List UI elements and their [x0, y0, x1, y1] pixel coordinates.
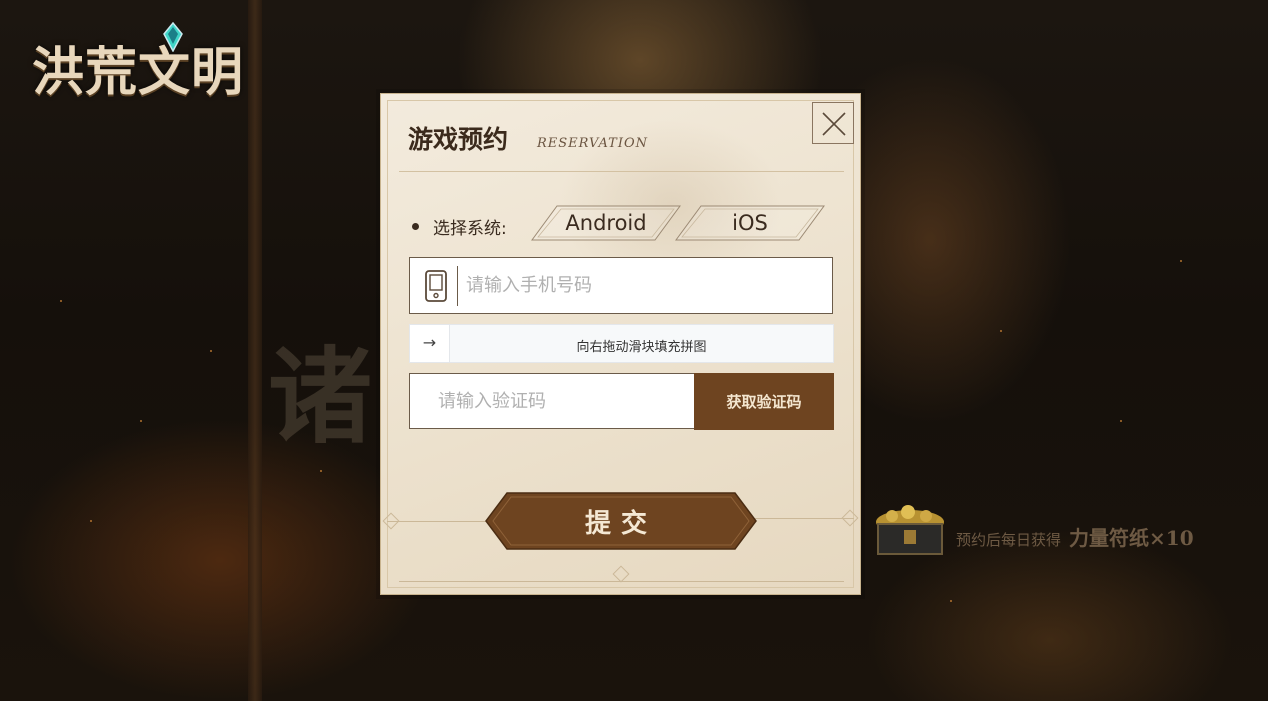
close-icon	[822, 112, 846, 136]
arrow-right-icon: →	[422, 333, 437, 352]
os-select-label: 选择系统:	[412, 214, 507, 239]
os-option-ios[interactable]: iOS	[675, 205, 825, 241]
bullet-icon	[412, 223, 419, 230]
phone-field	[409, 257, 833, 314]
game-logo: 洪荒文明	[32, 42, 245, 103]
background-spark	[1120, 420, 1122, 422]
slider-handle[interactable]: →	[410, 325, 450, 362]
decorative-diamond	[841, 509, 859, 527]
modal-subtitle: RESERVATION	[537, 136, 649, 151]
treasure-chest-icon	[876, 505, 944, 555]
background-staff	[248, 0, 262, 701]
reward-text: 预约后每日获得 力量符纸×10	[956, 522, 1194, 551]
close-button[interactable]	[812, 102, 854, 144]
background-spark	[1180, 260, 1182, 262]
verification-code-field	[409, 373, 695, 429]
background-spark	[210, 350, 212, 352]
get-code-button[interactable]: 获取验证码	[694, 373, 834, 430]
background-spark	[140, 420, 142, 422]
background-spark	[950, 600, 952, 602]
os-label-text: 选择系统:	[433, 219, 507, 239]
os-option-label: iOS	[732, 211, 768, 235]
verification-code-input[interactable]	[438, 374, 691, 428]
decorative-line	[750, 518, 854, 519]
submit-label: 提交	[584, 509, 657, 539]
background-spark	[1000, 330, 1002, 332]
phone-input[interactable]	[466, 258, 828, 313]
os-option-label: Android	[565, 211, 647, 235]
background-spark	[90, 520, 92, 522]
phone-field-separator	[457, 266, 458, 306]
reservation-modal: 游戏预约 RESERVATION 选择系统: Android iOS 请输入手机…	[380, 93, 861, 595]
os-option-android[interactable]: Android	[531, 205, 681, 241]
slider-captcha: → 向右拖动滑块填充拼图	[409, 324, 834, 363]
mobile-phone-icon	[425, 270, 447, 302]
modal-title: 游戏预约	[408, 125, 509, 154]
title-divider	[399, 171, 844, 172]
decorative-line	[387, 521, 493, 522]
gem-icon	[163, 22, 183, 52]
reward-prefix: 预约后每日获得	[956, 530, 1062, 549]
background-spark	[60, 300, 62, 302]
background-spark	[320, 470, 322, 472]
decorative-diamond	[612, 565, 630, 583]
reservation-reward: 预约后每日获得 力量符纸×10	[868, 500, 1194, 562]
slider-hint: 向右拖动滑块填充拼图	[576, 340, 707, 355]
submit-button[interactable]: 提交	[485, 492, 757, 550]
reward-item: 力量符纸×10	[1069, 525, 1194, 550]
decorative-diamond	[382, 512, 400, 530]
